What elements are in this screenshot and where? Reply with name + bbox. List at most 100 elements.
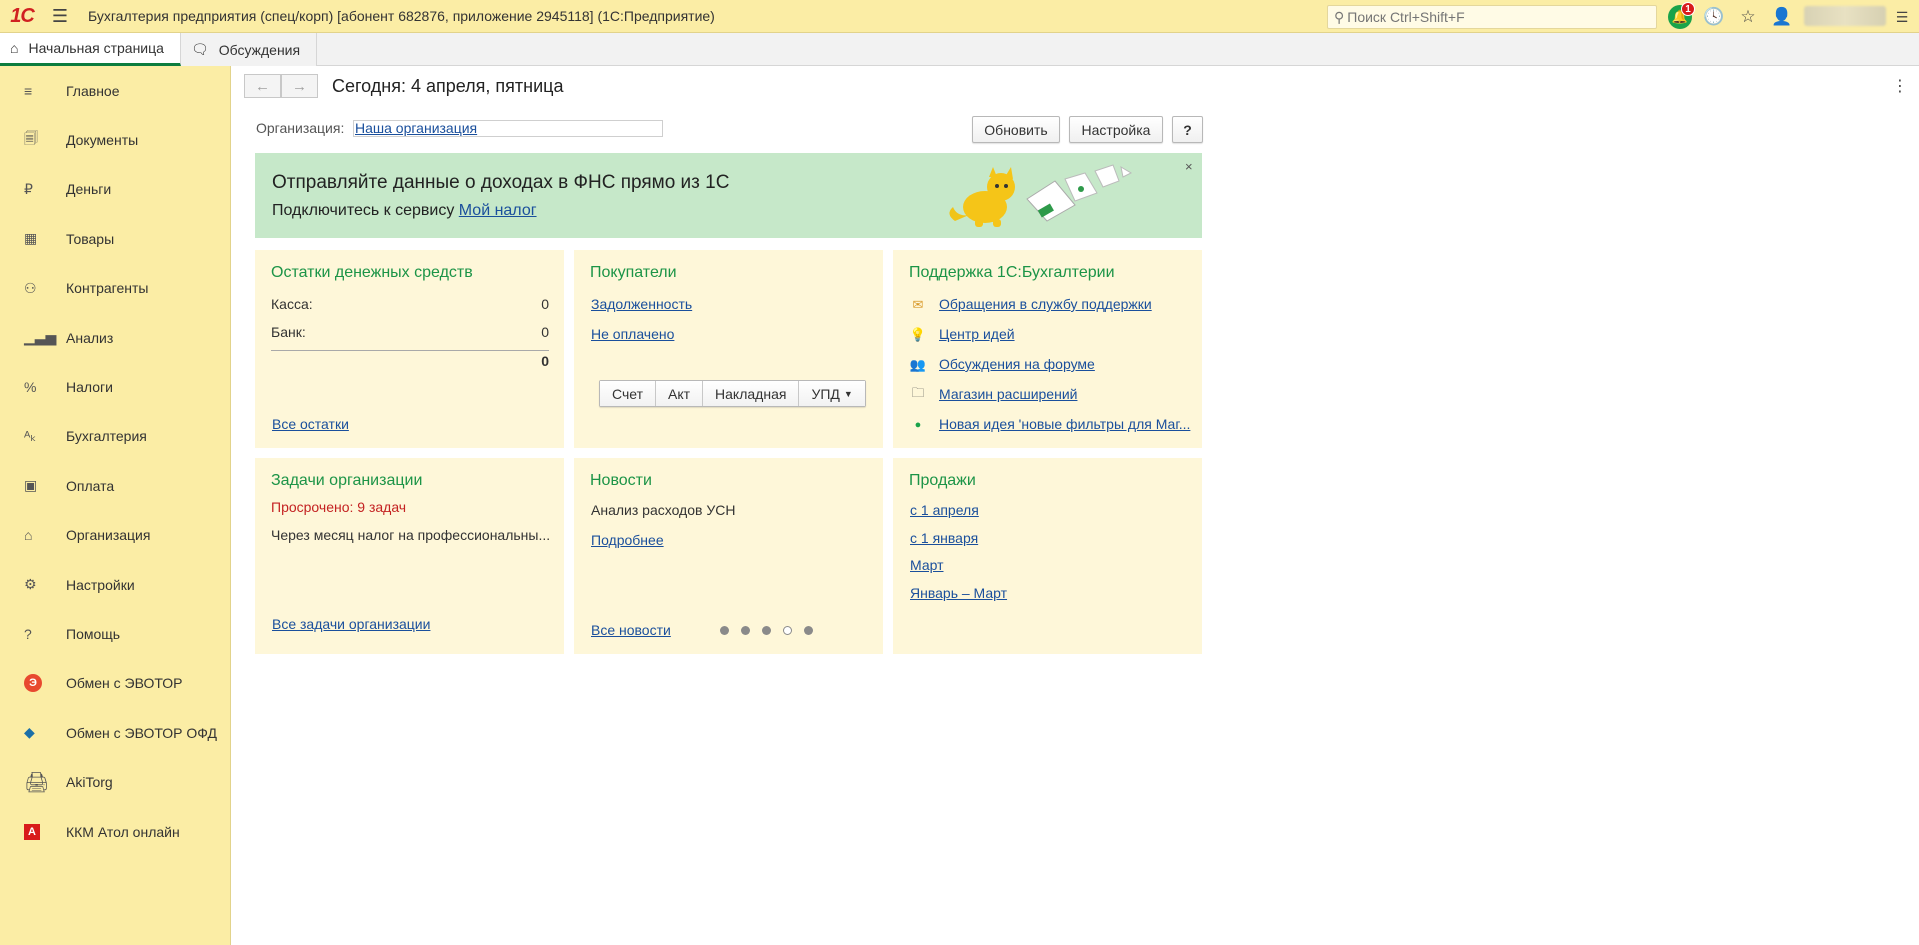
sidebar-item-help[interactable]: ? Помощь xyxy=(0,609,230,658)
unpaid-link[interactable]: Не оплачено xyxy=(591,326,674,342)
banner-subtext-label: Подключитесь к сервису xyxy=(272,202,459,219)
sidebar-item-organization[interactable]: ⌂ Организация xyxy=(0,511,230,560)
banner-heading: Отправляйте данные о доходах в ФНС прямо… xyxy=(272,172,730,193)
back-arrow-icon[interactable]: ← xyxy=(244,74,281,98)
documents-icon: 🗐 xyxy=(24,130,38,147)
support-card-title: Поддержка 1С:Бухгалтерии xyxy=(909,264,1115,281)
pager-dot[interactable] xyxy=(741,626,750,635)
sales-card: Продажи с 1 апреля с 1 января Март Январ… xyxy=(893,458,1202,654)
sidebar-item-evotor[interactable]: Э Обмен с ЭВОТОР xyxy=(0,659,230,708)
sidebar-item-evotor-ofd[interactable]: ◆ Обмен с ЭВОТОР ОФД xyxy=(0,708,230,757)
debt-link[interactable]: Задолженность xyxy=(591,296,692,312)
nav-buttons: ← → xyxy=(244,74,318,98)
my-tax-link[interactable]: Мой налог xyxy=(459,202,537,219)
user-name-blurred[interactable] xyxy=(1804,6,1886,26)
sidebar-item-contractors[interactable]: ⚇ Контрагенты xyxy=(0,264,230,313)
sidebar-item-analysis[interactable]: ▁▃▅ Анализ xyxy=(0,313,230,362)
accounting-icon: ᴬₖ xyxy=(24,427,37,444)
cash-total: 0 xyxy=(541,353,549,369)
all-news-link[interactable]: Все новости xyxy=(591,622,671,638)
pager-dot-active[interactable] xyxy=(783,626,792,635)
sales-since-april-link[interactable]: с 1 апреля xyxy=(910,502,979,518)
toolbar-icons: 🔔 1 🕓 ☆ 👤 xyxy=(1663,2,1799,31)
search-icon: ⚲ xyxy=(1334,8,1345,25)
org-label: Организация: xyxy=(256,120,345,136)
task-text[interactable]: Через месяц налог на профессиональны... xyxy=(271,527,553,543)
more-options-icon[interactable]: ⋮ xyxy=(1892,76,1908,96)
sidebar-item-settings[interactable]: ⚙ Настройки xyxy=(0,560,230,609)
sidebar: ≡ Главное 🗐 Документы ₽ Деньги ▦ Товары ⚇ Кон… xyxy=(0,66,231,945)
atol-icon: A xyxy=(24,822,50,842)
tab-label: Обсуждения xyxy=(218,41,301,58)
history-icon[interactable]: 🕓 xyxy=(1697,3,1731,31)
sidebar-item-label: Обмен с ЭВОТОР xyxy=(66,675,183,692)
sidebar-item-main[interactable]: ≡ Главное xyxy=(0,66,230,115)
sales-q1-link[interactable]: Январь – Март xyxy=(910,585,1007,601)
sidebar-item-documents[interactable]: 🗐 Документы xyxy=(0,115,230,164)
sidebar-item-money[interactable]: ₽ Деньги xyxy=(0,165,230,214)
tab-discussions[interactable]: 🗨 Обсуждения xyxy=(180,33,318,66)
bank-label: Банк: xyxy=(271,324,306,340)
help-button[interactable]: ? xyxy=(1172,116,1203,143)
sidebar-item-label: Налоги xyxy=(66,379,113,396)
sidebar-item-payment[interactable]: ▣ Оплата xyxy=(0,461,230,510)
sidebar-item-label: AkiTorg xyxy=(66,774,113,791)
notifications-badge: 1 xyxy=(1681,2,1695,16)
favorites-star-icon[interactable]: ☆ xyxy=(1731,3,1765,31)
payment-icon: ▣ xyxy=(24,477,38,494)
forum-icon: 👥 xyxy=(909,357,927,372)
forum-link[interactable]: Обсуждения на форуме xyxy=(939,356,1095,372)
support-request-link[interactable]: Обращения в службу поддержки xyxy=(939,296,1152,312)
search-input[interactable] xyxy=(1347,9,1638,25)
overdue-tasks[interactable]: Просрочено: 9 задач xyxy=(271,499,406,515)
invoice-button[interactable]: Счет xyxy=(600,381,656,406)
page-title: Сегодня: 4 апреля, пятница xyxy=(332,76,564,96)
sidebar-item-taxes[interactable]: % Налоги xyxy=(0,362,230,411)
gear-icon: ⚙ xyxy=(24,576,37,593)
waybill-button[interactable]: Накладная xyxy=(703,381,800,406)
new-idea-link[interactable]: Новая идея 'новые фильтры для Маг... xyxy=(939,416,1195,432)
main-menu-icon[interactable]: ☰ xyxy=(44,6,76,27)
news-text: Анализ расходов УСН xyxy=(591,502,736,518)
sidebar-item-accounting[interactable]: ᴬₖ Бухгалтерия xyxy=(0,412,230,461)
sales-march-link[interactable]: Март xyxy=(910,557,944,573)
ideas-center-link[interactable]: Центр идей xyxy=(939,326,1015,342)
sidebar-item-label: Оплата xyxy=(66,477,115,494)
sidebar-item-goods[interactable]: ▦ Товары xyxy=(0,214,230,263)
sidebar-item-label: Контрагенты xyxy=(66,280,149,297)
document-buttons: Счет Акт Накладная УПД ▼ xyxy=(599,380,866,407)
sidebar-item-label: Анализ xyxy=(66,329,114,346)
sidebar-item-label: Бухгалтерия xyxy=(66,428,147,445)
pager-dot[interactable] xyxy=(762,626,771,635)
promo-banner: Отправляйте данные о доходах в ФНС прямо… xyxy=(255,153,1202,238)
contractors-icon: ⚇ xyxy=(24,279,37,296)
user-icon[interactable]: 👤 xyxy=(1765,3,1799,31)
sidebar-item-atol[interactable]: A ККМ Атол онлайн xyxy=(0,807,230,856)
sales-since-january-link[interactable]: с 1 января xyxy=(910,530,978,546)
envelope-icon: ✉ xyxy=(912,297,924,312)
news-more-link[interactable]: Подробнее xyxy=(591,532,664,548)
sales-card-title: Продажи xyxy=(909,472,976,489)
cash-value: 0 xyxy=(541,296,549,312)
folder-add-icon: 🗀 xyxy=(911,385,925,400)
search-box[interactable]: ⚲ xyxy=(1327,5,1657,29)
sidebar-item-label: Деньги xyxy=(66,181,112,198)
sidebar-item-akitorg[interactable]: 🖨 AkiTorg xyxy=(0,757,230,806)
all-balances-link[interactable]: Все остатки xyxy=(272,416,349,432)
all-tasks-link[interactable]: Все задачи организации xyxy=(272,616,430,632)
settings-button[interactable]: Настройка xyxy=(1069,116,1163,143)
upd-button[interactable]: УПД ▼ xyxy=(799,381,865,406)
banner-close-icon[interactable]: × xyxy=(1185,159,1193,174)
extensions-store-link[interactable]: Магазин расширений xyxy=(939,386,1077,402)
notifications-button[interactable]: 🔔 1 xyxy=(1663,2,1697,31)
refresh-button[interactable]: Обновить xyxy=(972,116,1060,143)
act-button[interactable]: Акт xyxy=(655,381,704,406)
sidebar-item-label: Организация xyxy=(66,527,151,544)
forward-arrow-icon[interactable]: → xyxy=(281,74,318,98)
org-field[interactable]: Наша организация xyxy=(353,120,663,137)
sidebar-item-label: Помощь xyxy=(66,625,121,642)
pager-dot[interactable] xyxy=(804,626,813,635)
tab-home[interactable]: ⌂ Начальная страница xyxy=(0,33,181,66)
pager-dot[interactable] xyxy=(720,626,729,635)
window-menu-icon[interactable]: ☰ xyxy=(1888,3,1916,31)
